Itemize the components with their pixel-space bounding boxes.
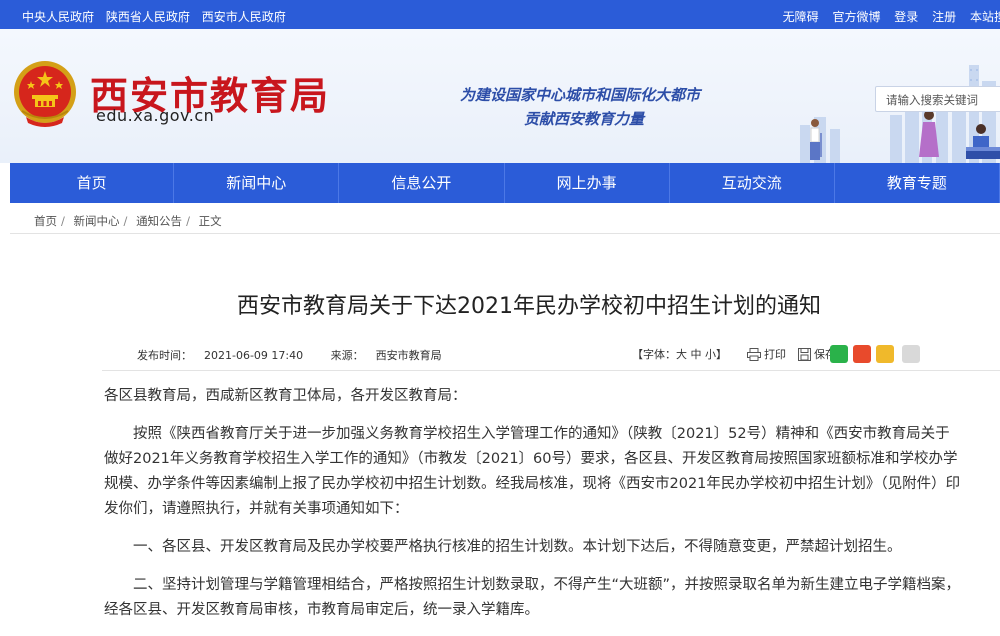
- site-url: edu.xa.gov.cn: [96, 106, 215, 125]
- link-central-gov[interactable]: 中央人民政府: [22, 10, 94, 24]
- publish-time: 2021-06-09 17:40: [204, 349, 304, 362]
- link-shaanxi-gov[interactable]: 陕西省人民政府: [106, 10, 190, 24]
- link-xian-gov[interactable]: 西安市人民政府: [202, 10, 286, 24]
- main-nav: 首页 新闻中心 信息公开 网上办事 互动交流 教育专题: [10, 163, 1000, 203]
- user-links: 无障碍 官方微博 登录 注册 本站搜: [773, 8, 1000, 25]
- breadcrumb-home[interactable]: 首页: [34, 214, 57, 228]
- login-link[interactable]: 登录: [894, 10, 918, 24]
- paragraph: 按照《陕西省教育厅关于进一步加强义务教育学校招生入学管理工作的通知》（陕教〔20…: [104, 426, 961, 517]
- nav-item-online-services[interactable]: 网上办事: [505, 163, 670, 203]
- nav-item-education-topics[interactable]: 教育专题: [835, 163, 1000, 203]
- breadcrumb-notices[interactable]: 通知公告: [136, 214, 182, 228]
- search-input[interactable]: 请输入搜索关键词: [875, 86, 1000, 112]
- top-bar: 中央人民政府 陕西省人民政府 西安市人民政府 无障碍 官方微博 登录 注册 本站…: [0, 0, 1000, 29]
- share-icons: [830, 345, 920, 363]
- paragraph-salutation: 各区县教育局，西咸新区教育卫体局，各开发区教育局：: [104, 388, 467, 404]
- wechat-icon[interactable]: [830, 345, 848, 363]
- weibo-icon[interactable]: [853, 345, 871, 363]
- divider: [10, 233, 1000, 234]
- accessibility-link[interactable]: 无障碍: [783, 10, 819, 24]
- nav-item-news[interactable]: 新闻中心: [174, 163, 340, 203]
- breadcrumb-current: 正文: [198, 214, 222, 228]
- site-header: 西安市教育局 edu.xa.gov.cn 为建设国家中心城市和国际化大都市 贡献…: [0, 29, 1000, 163]
- site-search-link[interactable]: 本站搜: [970, 10, 1000, 24]
- slogan: 为建设国家中心城市和国际化大都市 贡献西安教育力量: [460, 83, 700, 131]
- national-emblem-icon: [14, 61, 76, 127]
- gov-links: 中央人民政府 陕西省人民政府 西安市人民政府: [22, 8, 294, 25]
- nav-item-interaction[interactable]: 互动交流: [670, 163, 835, 203]
- font-size-switcher[interactable]: 【字体：大 中 小】: [632, 346, 727, 362]
- nav-item-info-disclosure[interactable]: 信息公开: [339, 163, 505, 203]
- print-button[interactable]: 打印: [764, 346, 786, 362]
- source-value: 西安市教育局: [375, 349, 442, 362]
- article-body: 各区县教育局，西咸新区教育卫体局，各开发区教育局： 按照《陕西省教育厅关于进一步…: [104, 384, 964, 636]
- qq-icon[interactable]: [876, 345, 894, 363]
- breadcrumb-news[interactable]: 新闻中心: [74, 214, 120, 228]
- slogan-line-2: 贡献西安教育力量: [524, 110, 645, 128]
- paragraph: 二、坚持计划管理与学籍管理相结合，严格按照招生计划数录取，不得产生“大班额”，并…: [104, 577, 961, 618]
- nav-item-home[interactable]: 首页: [10, 163, 175, 203]
- slogan-line-1: 为建设国家中心城市和国际化大都市: [460, 86, 701, 104]
- register-link[interactable]: 注册: [932, 10, 956, 24]
- official-weibo-link[interactable]: 官方微博: [832, 10, 880, 24]
- breadcrumb: 首页 / 新闻中心 / 通知公告 / 正文: [34, 214, 222, 228]
- article-meta: 发布时间： 2021-06-09 17:40 来源： 西安市教育局: [137, 347, 466, 363]
- print-icon[interactable]: [747, 347, 761, 361]
- divider: [102, 370, 1000, 371]
- copy-link-icon[interactable]: [902, 345, 920, 363]
- paragraph: 一、各区县、开发区教育局及民办学校要严格执行核准的招生计划数。本计划下达后，不得…: [133, 539, 902, 555]
- article-tools: 【字体：大 中 小】 打印 保存: [632, 345, 920, 363]
- article-title: 西安市教育局关于下达2021年民办学校初中招生计划的通知: [237, 294, 821, 319]
- source-label: 来源：: [330, 349, 364, 362]
- publish-label: 发布时间：: [137, 349, 192, 362]
- save-icon[interactable]: [798, 347, 811, 361]
